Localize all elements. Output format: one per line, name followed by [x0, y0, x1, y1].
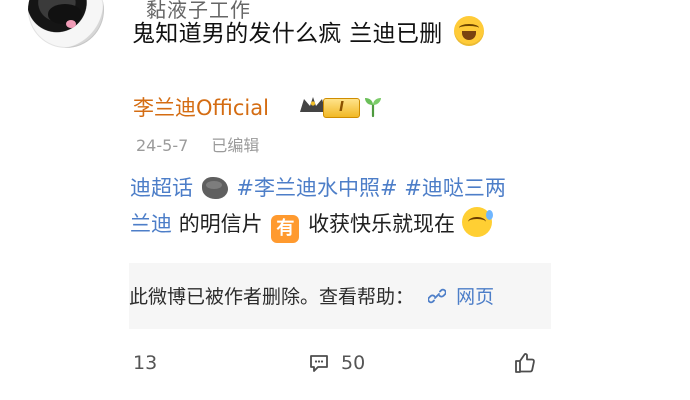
topic-link-1[interactable]: #李兰迪水中照# [236, 176, 397, 200]
post-body: 迪超话 #李兰迪水中照# #迪哒三两 兰迪 的明信片 有 收获快乐就现在 [130, 170, 550, 243]
post-date: 24-5-7 [136, 136, 189, 155]
post-text-1: 的明信片 [178, 212, 263, 236]
sprout-icon [361, 95, 385, 119]
comment-avatar[interactable] [28, 0, 104, 48]
comment-count: 50 [341, 352, 366, 374]
link-icon [427, 287, 447, 305]
comment-content: 鬼知道男的发什么疯 兰迪已删 [132, 21, 443, 47]
topic-link-3[interactable]: 兰迪 [130, 212, 172, 236]
comment-text: 鬼知道男的发什么疯 兰迪已删 [132, 16, 485, 49]
repost-count: 13 [133, 352, 158, 374]
deleted-notice-text: 此微博已被作者删除。查看帮助： [129, 286, 415, 308]
repost-action[interactable]: 13 [133, 349, 157, 377]
edited-label: 已编辑 [211, 136, 260, 155]
comment-action[interactable]: 50 [307, 349, 365, 377]
topic-link-2[interactable]: #迪哒三两 [404, 176, 506, 200]
level-badge: I [323, 98, 360, 118]
comment-icon [307, 351, 331, 375]
you-badge: 有 [271, 215, 300, 243]
repost-account-name[interactable]: 李兰迪Official [133, 92, 269, 122]
sweat-face-icon [461, 207, 493, 237]
post-text-2: 收获快乐就现在 [308, 212, 456, 236]
post-meta: 24-5-7 已编辑 [136, 132, 259, 156]
like-action[interactable] [512, 349, 538, 377]
thumbs-up-icon [512, 350, 538, 376]
deleted-post-notice: 此微博已被作者删除。查看帮助： 网页 [129, 282, 494, 309]
web-page-link[interactable]: 网页 [456, 286, 494, 308]
post-line-1: 迪超话 #李兰迪水中照# #迪哒三两 [130, 170, 550, 206]
deleted-post-box: 此微博已被作者删除。查看帮助： 网页 [129, 263, 551, 329]
super-topic-link[interactable]: 迪超话 [130, 176, 193, 200]
rock-icon [201, 177, 228, 199]
post-line-2: 兰迪 的明信片 有 收获快乐就现在 [130, 206, 550, 243]
laughing-with-tears-icon [454, 16, 485, 46]
